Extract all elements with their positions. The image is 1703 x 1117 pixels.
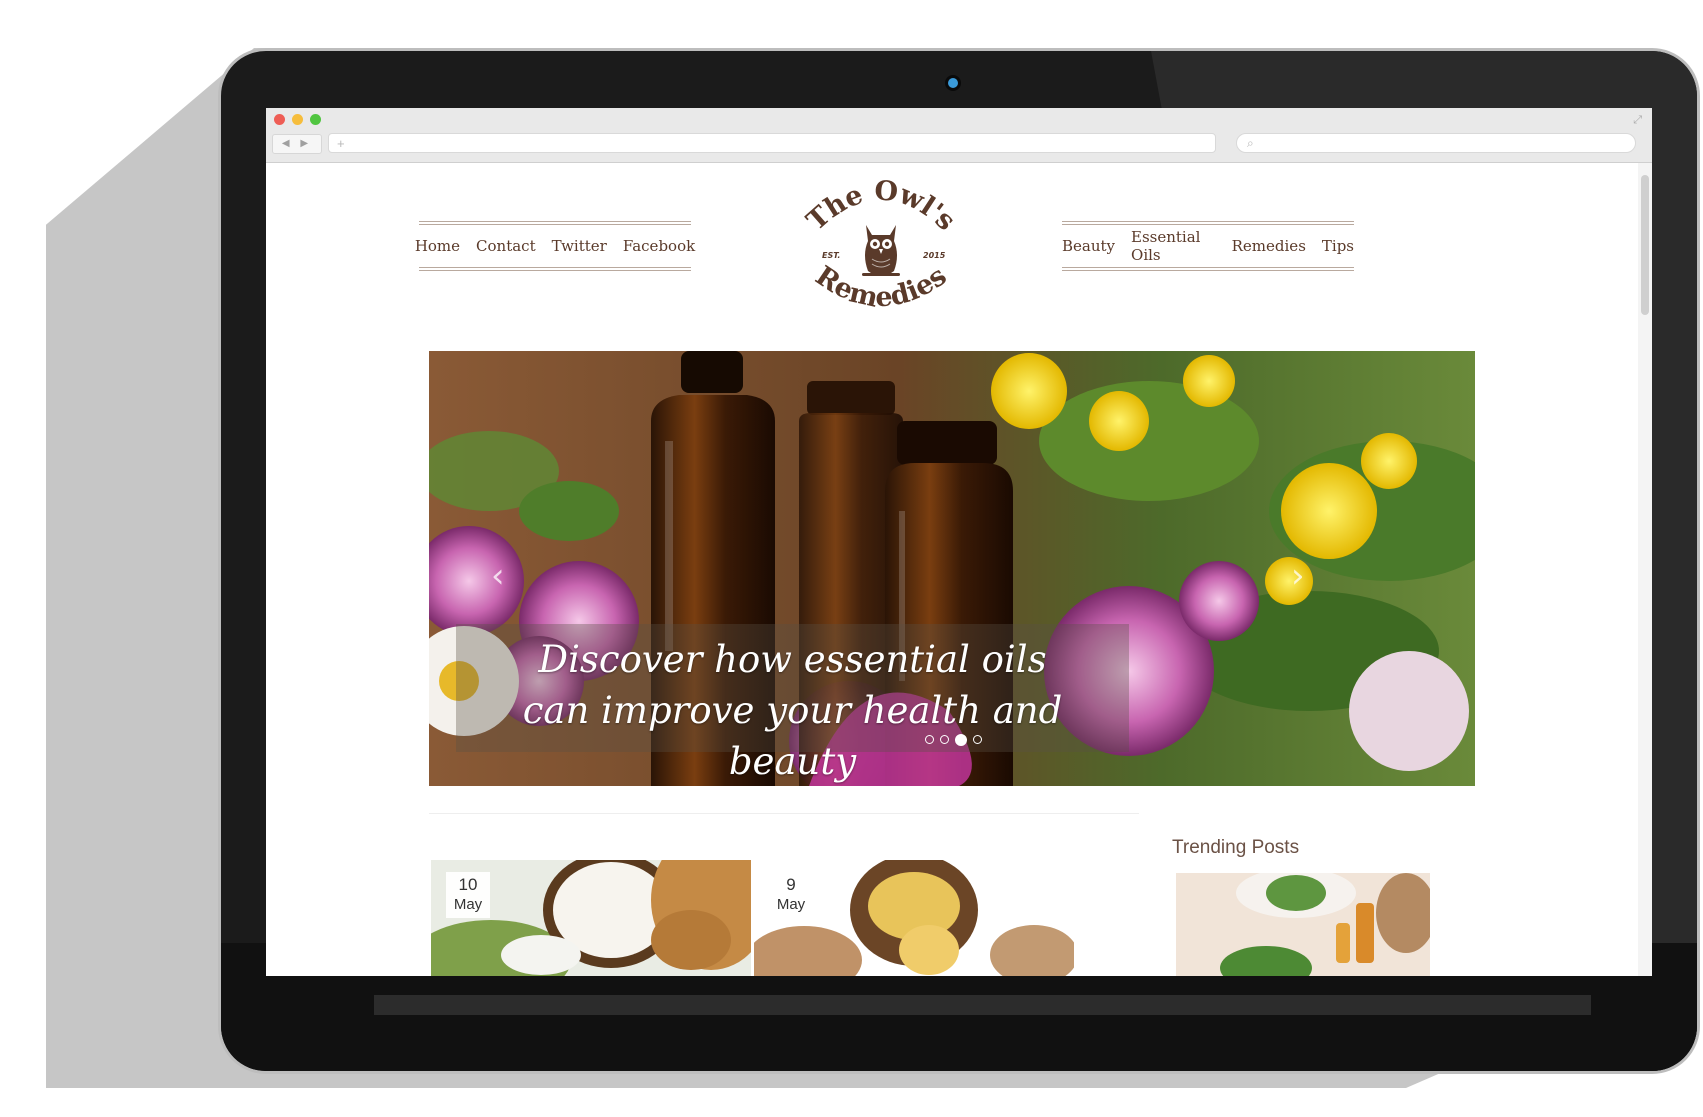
- site-logo[interactable]: The Owl's Remedies EST. 2015: [796, 173, 966, 321]
- slider-next-arrow[interactable]: ›: [1291, 556, 1305, 596]
- post-month-1: May: [453, 896, 483, 913]
- nav-item-facebook[interactable]: Facebook: [623, 237, 695, 255]
- post-month-2: May: [776, 896, 806, 913]
- browser-chrome: ◀ ▶ + ⌕ ⤢: [266, 108, 1652, 163]
- nav-item-remedies[interactable]: Remedies: [1232, 237, 1306, 255]
- svg-text:The Owl's: The Owl's: [801, 175, 961, 237]
- post-date-badge-1: 10 May: [446, 872, 490, 918]
- post-day-2: 9: [786, 875, 796, 894]
- slide-caption-line-1: Discover how essential oils: [538, 638, 1047, 681]
- scrollbar-thumb[interactable]: [1641, 175, 1649, 315]
- slider-dot-4[interactable]: [973, 735, 982, 744]
- post-card-2[interactable]: 9 May: [754, 860, 1074, 976]
- browser-search-field[interactable]: ⌕: [1236, 133, 1636, 153]
- close-window-button[interactable]: [274, 114, 285, 125]
- slider-pagination: [925, 734, 982, 746]
- logo-est: EST.: [822, 251, 840, 260]
- address-bar[interactable]: +: [328, 133, 1216, 153]
- logo-year: 2015: [923, 251, 946, 260]
- maximize-window-button[interactable]: [310, 114, 321, 125]
- slide-caption-text: Discover how essential oils can improve …: [456, 634, 1129, 786]
- nav-item-twitter[interactable]: Twitter: [552, 237, 607, 255]
- slide-caption: Discover how essential oils can improve …: [456, 624, 1129, 783]
- content-divider: [429, 813, 1139, 814]
- laptop-hinge: [374, 995, 1591, 1015]
- nav-item-essential-oils[interactable]: Essential Oils: [1131, 228, 1216, 264]
- nav-right: Beauty Essential Oils Remedies Tips: [1062, 221, 1354, 271]
- trending-posts-heading: Trending Posts: [1172, 837, 1300, 858]
- nav-item-contact[interactable]: Contact: [476, 237, 536, 255]
- trending-post-image: [1176, 873, 1430, 976]
- slider-dot-2[interactable]: [940, 735, 949, 744]
- camera-icon: [948, 78, 958, 88]
- nav-item-home[interactable]: Home: [415, 237, 460, 255]
- fullscreen-icon[interactable]: ⤢: [1633, 114, 1642, 127]
- post-card-1[interactable]: 10 May: [431, 860, 751, 976]
- slider-prev-arrow[interactable]: ‹: [491, 556, 505, 596]
- nav-item-tips[interactable]: Tips: [1322, 237, 1354, 255]
- post-day-1: 10: [458, 875, 478, 894]
- laptop-screen: ◀ ▶ + ⌕ ⤢ Home Contact Twitter Facebook …: [266, 108, 1652, 976]
- post-date-badge-2: 9 May: [769, 872, 813, 918]
- slider-dot-1[interactable]: [925, 735, 934, 744]
- back-forward-buttons[interactable]: ◀ ▶: [272, 134, 322, 154]
- page-scrollbar[interactable]: [1638, 163, 1652, 976]
- nav-item-beauty[interactable]: Beauty: [1062, 237, 1115, 255]
- slide-caption-line-2: can improve your health and beauty: [522, 689, 1063, 783]
- nav-left: Home Contact Twitter Facebook: [415, 221, 695, 271]
- slider-dot-3[interactable]: [955, 734, 967, 746]
- hero-slider[interactable]: ‹ › Discover how essential oils can impr…: [429, 351, 1475, 786]
- web-page: Home Contact Twitter Facebook The Owl's …: [266, 163, 1638, 976]
- owl-logo-icon: The Owl's Remedies EST. 2015: [801, 175, 961, 313]
- logo-title-top: The Owl's: [801, 175, 961, 237]
- trending-post-thumbnail[interactable]: [1176, 873, 1430, 976]
- minimize-window-button[interactable]: [292, 114, 303, 125]
